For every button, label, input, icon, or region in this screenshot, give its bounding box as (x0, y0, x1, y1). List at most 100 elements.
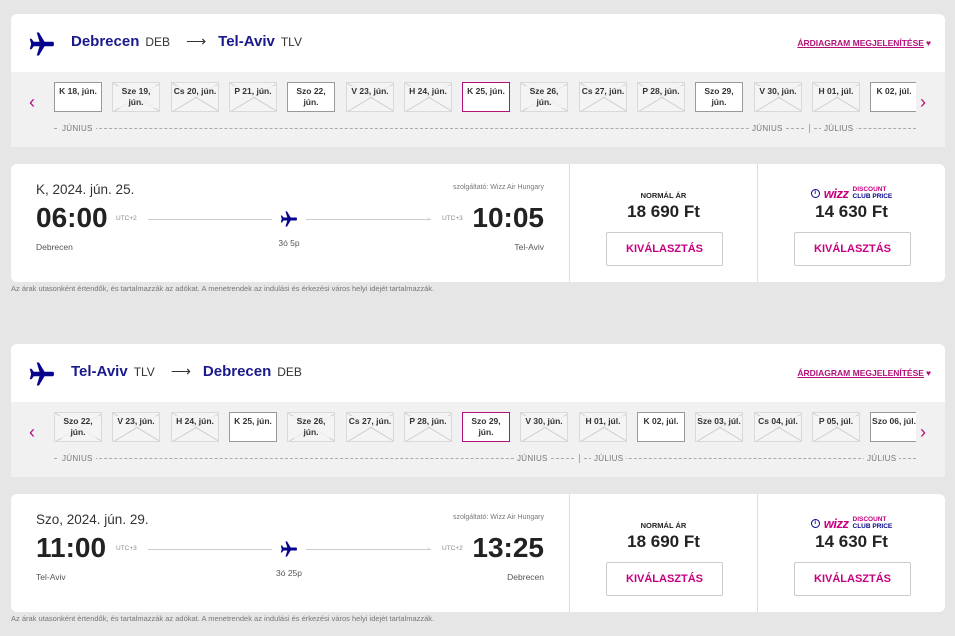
price-chart-link-label: ÁRDIAGRAM MEGJELENÍTÉSE (797, 38, 924, 48)
departure-time: 06:00 (36, 202, 108, 233)
outbound-route-header: Debrecen DEB ⟶ Tel-Aviv TLV ÁRDIAGRAM ME… (11, 14, 945, 72)
date-option[interactable]: V 23, jún. (112, 412, 160, 442)
return-route-header: Tel-Aviv TLV ⟶ Debrecen DEB ÁRDIAGRAM ME… (11, 344, 945, 402)
destination-code: DEB (277, 365, 302, 379)
date-option[interactable]: H 24, jún. (171, 412, 219, 442)
chevron-left-icon[interactable]: ‹ (24, 92, 40, 113)
month-label: JÚLIUS (591, 454, 627, 463)
date-option-label: Cs 27, jún. (347, 416, 393, 427)
flight-date: Szo, 2024. jún. 29. (36, 512, 149, 527)
select-club-button[interactable]: KIVÁLASZTÁS (794, 232, 911, 266)
date-option[interactable]: K 25, jún. (462, 82, 510, 112)
date-option[interactable]: K 02, júl. (870, 82, 916, 112)
select-club-button[interactable]: KIVÁLASZTÁS (794, 562, 911, 596)
day-list: K 18, jún. Sze 19, jún. Cs 20, jún. P 21, j… (54, 82, 916, 112)
discount-club-logo: i wizz DISCOUNT CLUB PRICE (758, 185, 945, 201)
date-option-label: H 01, júl. (813, 86, 859, 97)
date-option[interactable]: Cs 27, jún. (346, 412, 394, 442)
flight-track (148, 549, 272, 550)
flight-info: Szo, 2024. jún. 29. szolgáltató: Wizz Ai… (11, 494, 569, 612)
month-label: JÚNIUS (749, 124, 786, 133)
date-option[interactable]: P 21, jún. (229, 82, 277, 112)
date-option[interactable]: V 30, jún. (754, 82, 802, 112)
date-option[interactable]: P 05, júl. (812, 412, 860, 442)
date-option[interactable]: Szo 29, jún. (695, 82, 743, 112)
date-option-label: Cs 27, jún. (580, 86, 626, 97)
month-label: JÚLIUS (821, 124, 857, 133)
date-option[interactable]: Sze 26, jún. (520, 82, 568, 112)
date-option[interactable]: K 02, júl. (637, 412, 685, 442)
heart-icon: ♥ (925, 368, 931, 378)
destination-code: TLV (280, 35, 302, 49)
normal-fare: NORMÁL ÁR 18 690 Ft KIVÁLASZTÁS (569, 494, 757, 612)
date-option-label: P 28, jún. (405, 416, 451, 427)
select-normal-button[interactable]: KIVÁLASZTÁS (606, 562, 723, 596)
club-price: 14 630 Ft (815, 532, 888, 551)
departure-place: Debrecen (36, 242, 73, 252)
footnote: Az árak utasonként értendők, és tartalma… (11, 284, 435, 293)
destination-city: Debrecen (202, 363, 272, 380)
arrival-utc: UTC+3 (442, 215, 463, 222)
arrival-place: Debrecen (507, 572, 544, 582)
arrival-utc: UTC+2 (442, 545, 463, 552)
date-option[interactable]: Sze 03, júl. (695, 412, 743, 442)
club-text: DISCOUNT CLUB PRICE (853, 516, 893, 530)
date-strip: ‹ K 18, jún. Sze 19, jún. Cs 20, jún. P 21,… (11, 72, 945, 147)
price-chart-link[interactable]: ÁRDIAGRAM MEGJELENÍTÉSE ♥ (797, 368, 931, 378)
date-option-label: Szo 06, júl. (871, 416, 916, 427)
date-option[interactable]: H 01, júl. (812, 82, 860, 112)
date-option[interactable]: Cs 27, jún. (579, 82, 627, 112)
chevron-left-icon[interactable]: ‹ (24, 422, 40, 443)
date-option[interactable]: H 01, júl. (579, 412, 627, 442)
month-label: JÚLIUS (864, 454, 900, 463)
date-option[interactable]: Szo 22, jún. (54, 412, 102, 442)
chevron-right-icon[interactable]: › (915, 92, 931, 113)
origin-city: Debrecen (71, 33, 140, 50)
date-option[interactable]: Szo 22, jún. (287, 82, 335, 112)
date-option-label: Szo 22, jún. (288, 86, 334, 108)
plane-icon (280, 541, 297, 557)
track-arrow-icon: › (427, 214, 430, 223)
date-option-label: Szo 29, jún. (696, 86, 742, 108)
date-option[interactable]: Cs 20, jún. (171, 82, 219, 112)
date-option[interactable]: Szo 29, jún. (462, 412, 510, 442)
date-option[interactable]: P 28, jún. (404, 412, 452, 442)
flight-date: K, 2024. jún. 25. (36, 182, 135, 197)
date-option[interactable]: K 25, jún. (229, 412, 277, 442)
month-ruler: JÚNIUS JÚNIUS JÚLIUS (54, 124, 916, 134)
route-arrow-icon: ⟶ (170, 363, 191, 379)
date-option[interactable]: Sze 26, jún. (287, 412, 335, 442)
date-option[interactable]: V 23, jún. (346, 82, 394, 112)
select-normal-button[interactable]: KIVÁLASZTÁS (606, 232, 723, 266)
date-option-label: P 28, jún. (638, 86, 684, 97)
footnote: Az árak utasonként értendők, és tartalma… (11, 614, 435, 623)
info-icon[interactable]: i (810, 188, 820, 198)
track-arrow-icon: › (427, 544, 430, 553)
day-list: Szo 22, jún. V 23, jún. H 24, jún. K 25, jú… (54, 412, 916, 442)
date-option-label: P 21, jún. (230, 86, 276, 97)
date-option[interactable]: Cs 04, júl. (754, 412, 802, 442)
arrival-time: 13:25 (472, 532, 544, 563)
info-icon[interactable]: i (810, 518, 820, 528)
date-option[interactable]: Sze 19, jún. (112, 82, 160, 112)
date-option-label: V 23, jún. (347, 86, 393, 97)
date-option[interactable]: V 30, jún. (520, 412, 568, 442)
date-option[interactable]: P 28, jún. (637, 82, 685, 112)
flight-track (306, 549, 431, 550)
date-option[interactable]: K 18, jún. (54, 82, 102, 112)
arrival-place: Tel-Aviv (514, 242, 544, 252)
arrival-time: 10:05 (472, 202, 544, 233)
route-title: Tel-Aviv TLV ⟶ Debrecen DEB (71, 363, 306, 380)
date-option[interactable]: Szo 06, júl. (870, 412, 916, 442)
month-tick (579, 454, 580, 463)
club-text-line2: CLUB PRICE (852, 193, 893, 200)
discount-club-logo: i wizz DISCOUNT CLUB PRICE (758, 515, 945, 531)
date-option-label: V 23, jún. (113, 416, 159, 427)
chevron-right-icon[interactable]: › (915, 422, 931, 443)
date-option[interactable]: H 24, jún. (404, 82, 452, 112)
date-option-label: Cs 20, jún. (172, 86, 218, 97)
normal-price: 18 690 Ft (627, 532, 700, 551)
price-chart-link[interactable]: ÁRDIAGRAM MEGJELENÍTÉSE ♥ (797, 38, 931, 48)
month-label: JÚNIUS (59, 124, 96, 133)
date-option-label: K 18, jún. (55, 86, 101, 97)
